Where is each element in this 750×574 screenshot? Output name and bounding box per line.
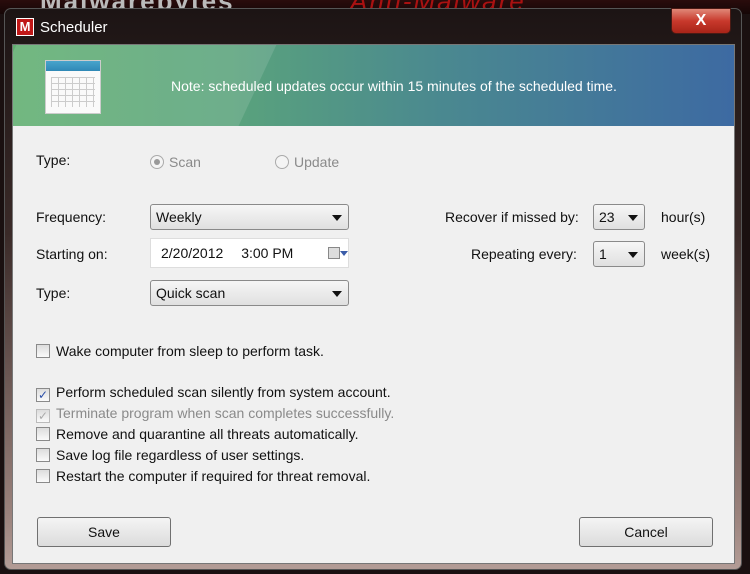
window-title: Scheduler — [40, 19, 108, 36]
option-restart-computer[interactable]: Restart the computer if required for thr… — [36, 468, 370, 484]
chevron-down-icon — [332, 215, 342, 221]
cancel-button[interactable]: Cancel — [579, 517, 713, 547]
calendar-icon[interactable] — [328, 247, 340, 259]
option-label: Terminate program when scan completes su… — [56, 405, 395, 421]
recover-unit: hour(s) — [661, 209, 706, 225]
option-remove-quarantine[interactable]: Remove and quarantine all threats automa… — [36, 426, 358, 442]
radio-scan[interactable]: Scan — [150, 154, 201, 170]
frequency-dropdown[interactable]: Weekly — [150, 204, 349, 230]
calendar-icon — [45, 60, 101, 114]
option-label: Restart the computer if required for thr… — [56, 468, 371, 484]
option-save-log[interactable]: Save log file regardless of user setting… — [36, 447, 304, 463]
repeat-label: Repeating every: — [471, 246, 577, 262]
option-wake-computer[interactable]: Wake computer from sleep to perform task… — [36, 343, 324, 359]
banner-note: Note: scheduled updates occur within 15 … — [171, 78, 617, 94]
info-banner: Note: scheduled updates occur within 15 … — [13, 45, 734, 126]
save-button[interactable]: Save — [37, 517, 171, 547]
option-label: Wake computer from sleep to perform task… — [56, 343, 324, 359]
option-label: Perform scheduled scan silently from sys… — [56, 384, 391, 400]
chevron-down-icon — [628, 252, 638, 258]
start-date: 2/20/2012 — [161, 245, 224, 261]
recover-label: Recover if missed by: — [445, 209, 579, 225]
dialog-client: Note: scheduled updates occur within 15 … — [12, 44, 735, 564]
checkbox-checked-disabled: ✓ — [36, 409, 50, 423]
scan-type-value: Quick scan — [156, 285, 226, 301]
option-terminate-program: ✓ Terminate program when scan completes s… — [36, 405, 394, 423]
checkbox[interactable] — [36, 469, 50, 483]
option-label: Save log file regardless of user setting… — [56, 447, 305, 463]
checkbox[interactable] — [36, 344, 50, 358]
checkbox-checked[interactable]: ✓ — [36, 388, 50, 402]
frequency-value: Weekly — [156, 209, 202, 225]
scan-type-label: Type: — [36, 285, 71, 301]
scan-type-dropdown[interactable]: Quick scan — [150, 280, 349, 306]
radio-update-label: Update — [294, 154, 340, 170]
chevron-down-icon — [628, 215, 638, 221]
start-time: 3:00 PM — [241, 245, 294, 261]
recover-value: 23 — [599, 209, 615, 225]
chevron-down-icon[interactable] — [340, 251, 348, 256]
task-type-label: Type: — [36, 152, 71, 168]
recover-hours-dropdown[interactable]: 23 — [593, 204, 645, 230]
malwarebytes-logo-icon: M — [16, 18, 34, 36]
chevron-down-icon — [332, 291, 342, 297]
starting-on-label: Starting on: — [36, 246, 108, 262]
radio-update[interactable]: Update — [275, 154, 339, 170]
repeat-weeks-dropdown[interactable]: 1 — [593, 241, 645, 267]
starting-datetime-picker[interactable]: 2/20/2012 3:00 PM — [150, 238, 349, 268]
option-label: Remove and quarantine all threats automa… — [56, 426, 359, 442]
frequency-label: Frequency: — [36, 209, 107, 225]
radio-scan-label: Scan — [169, 154, 201, 170]
checkbox[interactable] — [36, 427, 50, 441]
repeat-unit: week(s) — [661, 246, 711, 262]
option-silent-scan[interactable]: ✓ Perform scheduled scan silently from sy… — [36, 384, 391, 402]
close-button[interactable]: X — [671, 8, 731, 34]
checkbox[interactable] — [36, 448, 50, 462]
repeat-value: 1 — [599, 246, 607, 262]
